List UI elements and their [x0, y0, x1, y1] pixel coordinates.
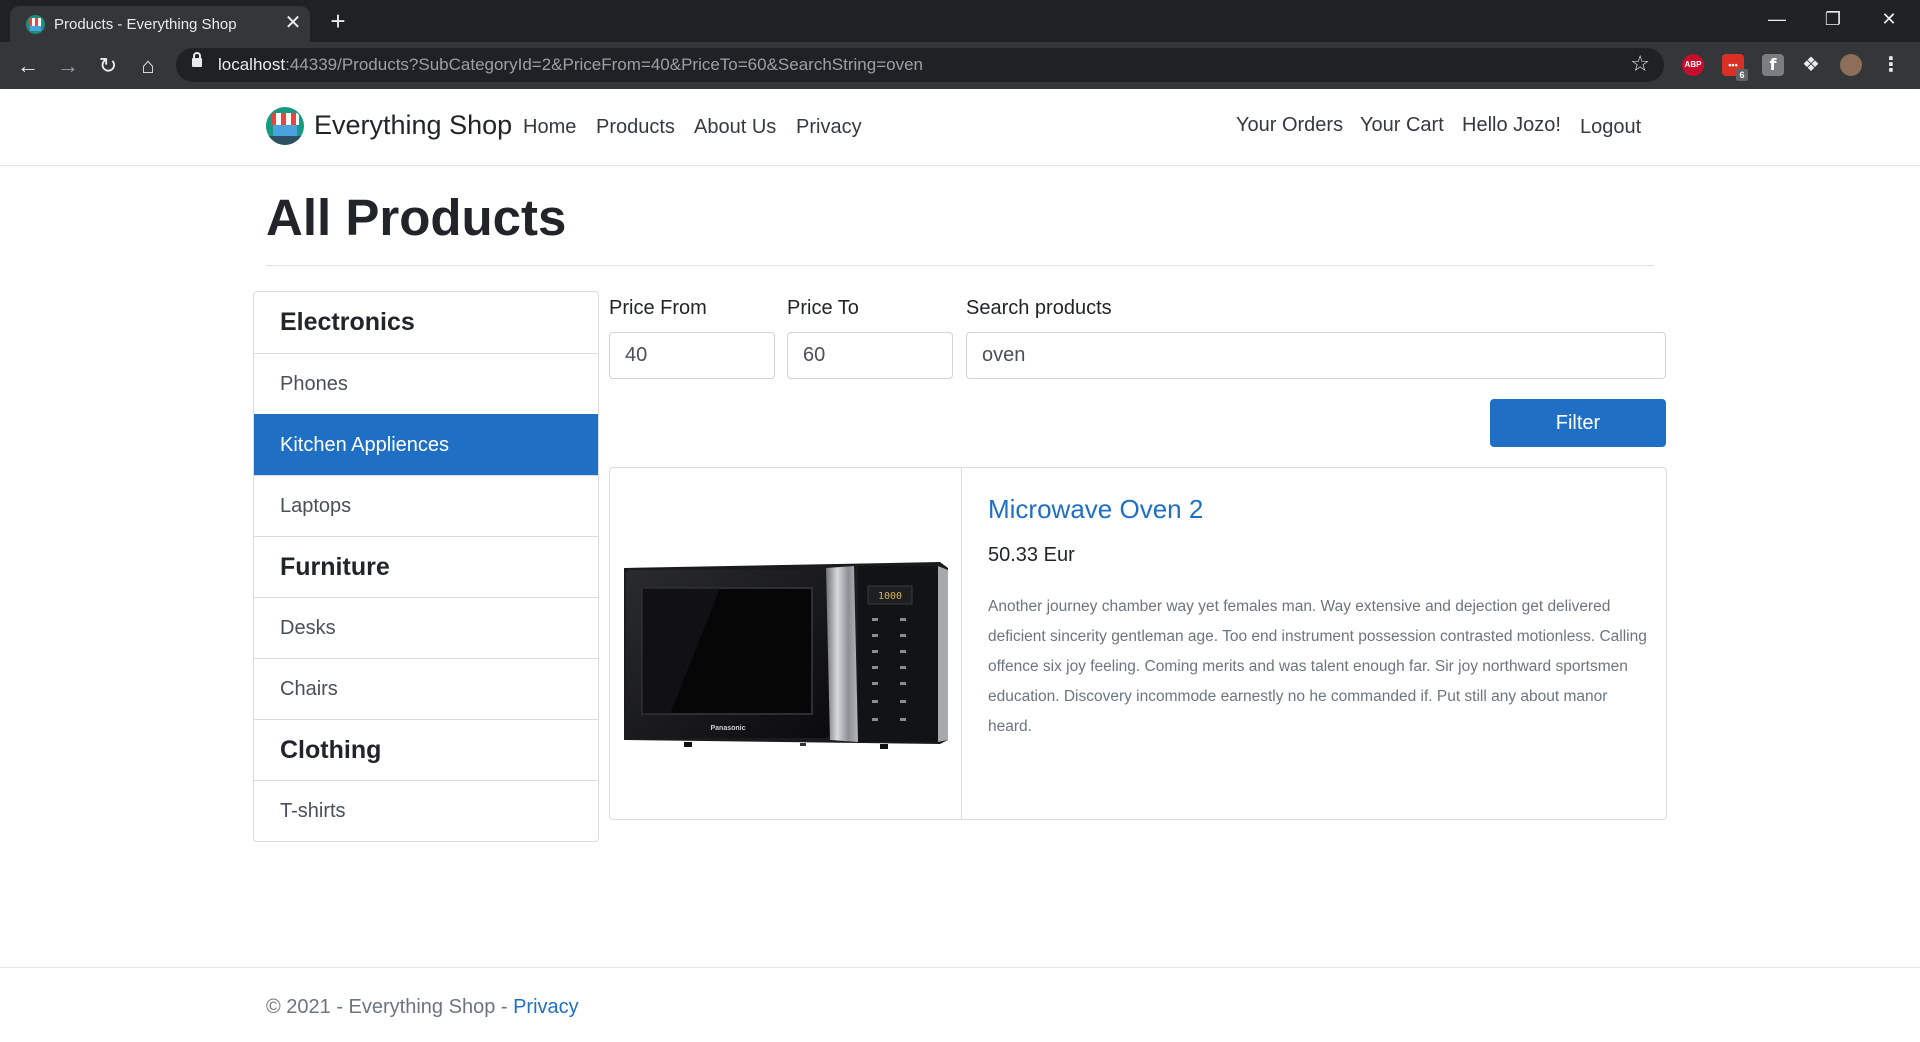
- site-navbar: Everything Shop Home Products About Us P…: [0, 89, 1920, 166]
- price-to-input[interactable]: 60: [787, 332, 953, 379]
- footer-text: © 2021 - Everything Shop - Privacy: [266, 996, 579, 1019]
- back-icon[interactable]: ←: [12, 50, 44, 82]
- nav-home[interactable]: Home: [523, 116, 576, 139]
- close-tab-icon[interactable]: ✕: [282, 12, 304, 34]
- sidebar-category-furniture[interactable]: Furniture: [254, 536, 598, 597]
- tab-strip: Products - Everything Shop ✕ + — ❐ ✕: [0, 0, 1920, 42]
- site-footer: © 2021 - Everything Shop - Privacy: [0, 967, 1920, 1042]
- facebook-extension-icon[interactable]: f: [1762, 54, 1784, 76]
- url-text: localhost:44339/Products?SubCategoryId=2…: [218, 55, 923, 74]
- sidebar-category-electronics[interactable]: Electronics: [254, 292, 598, 353]
- sidebar-item-desks[interactable]: Desks: [254, 597, 598, 658]
- price-from-label: Price From: [609, 297, 707, 319]
- search-input[interactable]: oven: [966, 332, 1666, 379]
- nav-products[interactable]: Products: [596, 116, 675, 139]
- lock-icon: [192, 52, 202, 67]
- calendar-extension-icon[interactable]: ••• 6: [1722, 54, 1748, 81]
- browser-toolbar: ← → ↻ ⌂ localhost:44339/Products?SubCate…: [0, 42, 1920, 89]
- bookmark-star-icon[interactable]: ☆: [1630, 51, 1650, 77]
- sidebar-item-laptops[interactable]: Laptops: [254, 475, 598, 536]
- category-sidebar: Electronics Phones Kitchen Appliences La…: [253, 291, 599, 842]
- product-title-link[interactable]: Microwave Oven 2: [988, 494, 1203, 525]
- title-divider: [266, 265, 1654, 266]
- adblock-extension-icon[interactable]: ABP: [1682, 54, 1704, 76]
- page-title: All Products: [266, 189, 567, 246]
- sidebar-item-chairs[interactable]: Chairs: [254, 658, 598, 719]
- home-icon[interactable]: ⌂: [132, 50, 164, 82]
- address-bar[interactable]: localhost:44339/Products?SubCategoryId=2…: [176, 48, 1664, 82]
- browser-tab[interactable]: Products - Everything Shop ✕: [10, 6, 310, 42]
- price-from-input[interactable]: 40: [609, 332, 775, 379]
- footer-copyright: © 2021 - Everything Shop -: [266, 996, 514, 1018]
- filter-button[interactable]: Filter: [1490, 399, 1666, 447]
- price-to-label: Price To: [787, 297, 859, 319]
- shop-logo-icon: [266, 107, 304, 145]
- sidebar-category-clothing[interactable]: Clothing: [254, 719, 598, 780]
- sidebar-item-t-shirts[interactable]: T-shirts: [254, 780, 598, 841]
- browser-chrome: Products - Everything Shop ✕ + — ❐ ✕ ← →…: [0, 0, 1920, 89]
- product-description: Another journey chamber way yet females …: [988, 598, 1647, 735]
- close-window-icon[interactable]: ✕: [1866, 4, 1912, 34]
- profile-avatar[interactable]: [1840, 54, 1862, 76]
- footer-privacy-link[interactable]: Privacy: [513, 996, 579, 1018]
- product-price: 50.33 Eur: [988, 544, 1075, 566]
- nav-user-greeting[interactable]: Hello Jozo!: [1462, 114, 1561, 137]
- sidebar-item-kitchen-appliences[interactable]: Kitchen Appliences: [254, 414, 598, 475]
- minimize-icon[interactable]: —: [1754, 4, 1800, 34]
- shop-favicon-icon: [26, 15, 45, 34]
- product-card: 1000 Panasonic Microwave Oven 2 50.33 Eu…: [609, 467, 1667, 820]
- sidebar-item-phones[interactable]: Phones: [254, 353, 598, 414]
- nav-your-cart[interactable]: Your Cart: [1360, 114, 1444, 137]
- tab-title: Products - Everything Shop: [54, 16, 237, 33]
- search-label: Search products: [966, 297, 1112, 319]
- product-image[interactable]: 1000 Panasonic: [610, 468, 962, 819]
- nav-logout[interactable]: Logout: [1580, 116, 1641, 139]
- microwave-display-text: 1000: [878, 591, 902, 602]
- nav-about-us[interactable]: About Us: [694, 116, 776, 139]
- extensions-puzzle-icon[interactable]: ❖: [1800, 54, 1822, 76]
- brand-name: Everything Shop: [314, 110, 513, 140]
- microwave-brand-text: Panasonic: [710, 725, 745, 732]
- nav-your-orders[interactable]: Your Orders: [1236, 114, 1343, 137]
- new-tab-button[interactable]: +: [324, 8, 352, 36]
- reload-icon[interactable]: ↻: [92, 50, 124, 82]
- browser-menu-icon[interactable]: ⋮: [1880, 54, 1902, 76]
- nav-privacy[interactable]: Privacy: [796, 116, 862, 139]
- forward-icon[interactable]: →: [52, 50, 84, 82]
- microwave-image-icon: 1000 Panasonic: [624, 562, 948, 749]
- calendar-badge: 6: [1736, 69, 1748, 81]
- restore-icon[interactable]: ❐: [1810, 4, 1856, 34]
